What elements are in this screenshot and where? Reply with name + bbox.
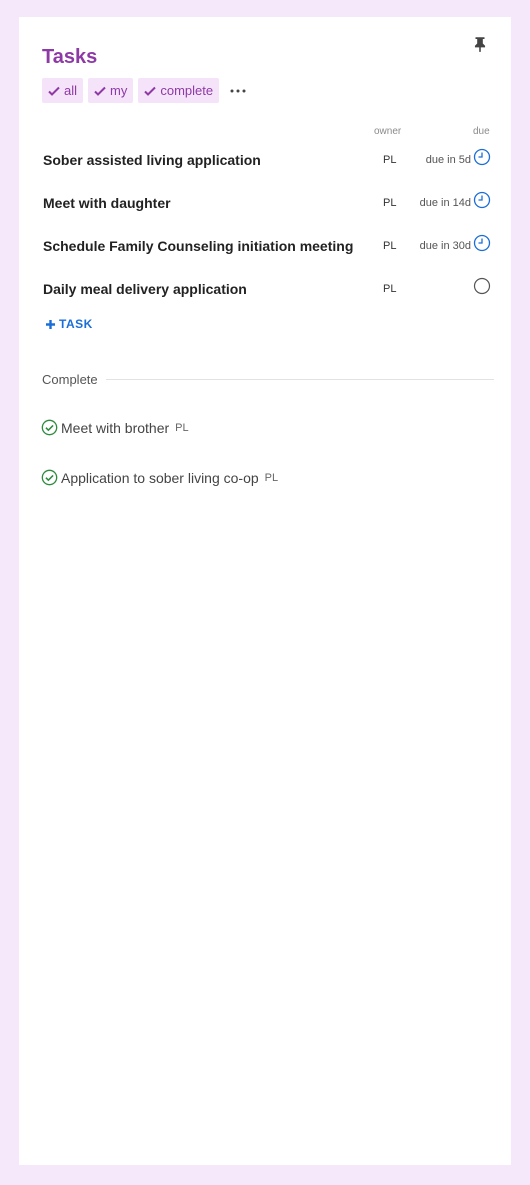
ellipsis-icon (230, 89, 246, 92)
check-icon (144, 86, 157, 96)
add-task-label: TASK (59, 317, 93, 331)
task-owner: PL (383, 283, 397, 295)
plus-icon (46, 319, 55, 329)
check-icon (94, 86, 106, 96)
page-title: Tasks (42, 46, 98, 68)
completed-task-row[interactable]: Meet with brother PL (41, 419, 189, 436)
tasks-panel: Tasks all my complete owner due Sober as… (19, 17, 511, 1165)
task-name[interactable]: Daily meal delivery application (43, 281, 247, 297)
check-circle-icon[interactable] (41, 419, 58, 436)
filter-label: complete (160, 83, 214, 98)
complete-section-header: Complete (42, 372, 494, 387)
task-row[interactable]: Meet with daughter PL due in 14d (19, 191, 511, 235)
filter-bar: all my complete (42, 78, 250, 103)
completed-task-name[interactable]: Application to sober living co-op (61, 470, 259, 486)
clock-icon[interactable] (473, 234, 491, 252)
task-due: due in 14d (419, 197, 471, 209)
task-row[interactable]: Schedule Family Counseling initiation me… (19, 234, 511, 278)
pin-icon[interactable] (471, 35, 489, 53)
column-header-due: due (473, 126, 490, 137)
add-task-button[interactable]: TASK (45, 317, 93, 331)
completed-task-row[interactable]: Application to sober living co-op PL (41, 469, 278, 486)
task-due: due in 5d (425, 154, 471, 166)
clock-icon[interactable] (473, 191, 491, 209)
filter-all[interactable]: all (42, 78, 84, 103)
completed-task-owner: PL (264, 471, 279, 484)
more-options-button[interactable] (226, 78, 250, 103)
completed-task-owner: PL (175, 421, 189, 434)
filter-my[interactable]: my (88, 78, 134, 103)
filter-label: my (110, 83, 128, 98)
task-due: due in 30d (419, 240, 471, 252)
completed-task-name[interactable]: Meet with brother (61, 420, 169, 436)
task-row[interactable]: Daily meal delivery application PL (19, 277, 511, 321)
check-icon (48, 86, 60, 96)
filter-complete[interactable]: complete (138, 78, 220, 103)
task-name[interactable]: Schedule Family Counseling initiation me… (43, 238, 353, 254)
section-label: Complete (42, 372, 98, 387)
task-name[interactable]: Sober assisted living application (43, 152, 261, 168)
task-owner: PL (383, 154, 397, 166)
task-row[interactable]: Sober assisted living application PL due… (19, 148, 511, 192)
divider (105, 379, 494, 380)
filter-label: all (64, 83, 78, 98)
column-header-owner: owner (374, 126, 402, 137)
task-owner: PL (383, 240, 397, 252)
task-name[interactable]: Meet with daughter (43, 195, 171, 211)
check-circle-icon[interactable] (41, 469, 58, 486)
task-owner: PL (383, 197, 397, 209)
circle-icon[interactable] (473, 277, 491, 295)
clock-icon[interactable] (473, 148, 491, 166)
